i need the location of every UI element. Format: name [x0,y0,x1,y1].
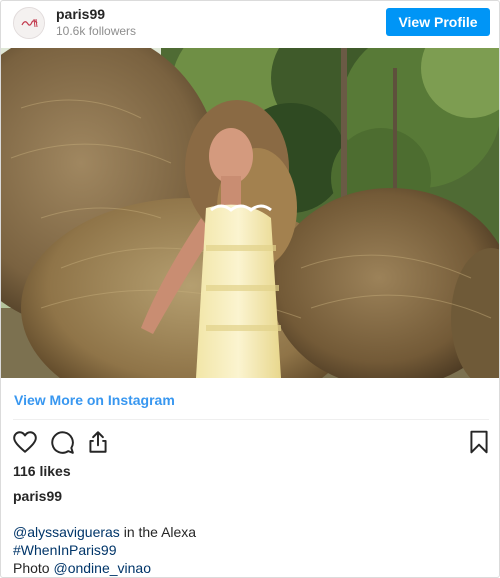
post-photo[interactable] [1,48,499,378]
share-icon [89,431,107,453]
profile-username[interactable]: paris99 [56,6,105,22]
caption-username[interactable]: paris99 [13,488,62,504]
caption-text: Photo [13,560,54,576]
comment-button[interactable] [49,429,75,455]
avatar-logo [14,8,44,38]
view-profile-button[interactable]: View Profile [386,8,490,36]
caption-line-3: Photo @ondine_vinao [13,559,196,577]
heart-icon [13,431,37,453]
like-button[interactable] [12,429,38,455]
follower-count: 10.6k followers [56,24,137,38]
share-button[interactable] [85,429,111,455]
post-caption: @alyssavigueras in the Alexa #WhenInPari… [13,523,196,577]
instagram-embed-card: paris99 10.6k followers View Profile Vie… [0,0,500,578]
divider [13,419,489,420]
bookmark-icon [470,430,488,454]
caption-line-2: #WhenInParis99 [13,541,196,559]
mention-link[interactable]: @ondine_vinao [53,560,151,576]
caption-text: in the Alexa [119,524,197,540]
like-count[interactable]: 116 likes [13,463,71,479]
post-header: paris99 10.6k followers View Profile [1,1,499,47]
save-button[interactable] [466,429,492,455]
caption-line-1: @alyssavigueras in the Alexa [13,523,196,541]
comment-icon [51,431,74,454]
view-more-link[interactable]: View More on Instagram [14,392,175,408]
avatar[interactable] [13,7,45,39]
mention-link[interactable]: @alyssavigueras [13,524,120,540]
hashtag-link[interactable]: #WhenInParis99 [13,542,117,558]
